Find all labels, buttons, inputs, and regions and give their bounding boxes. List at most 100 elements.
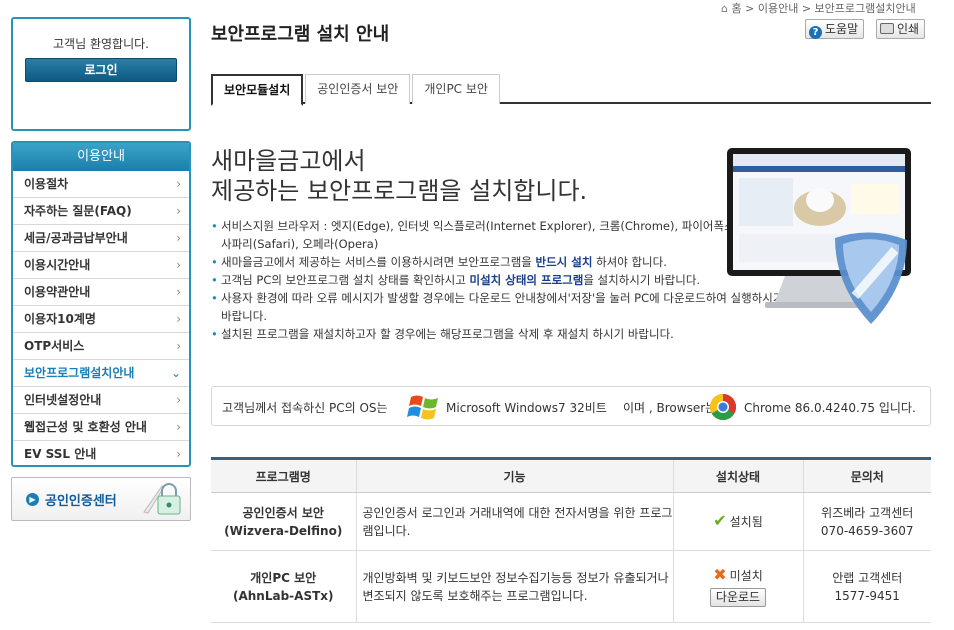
tab-pc-security[interactable]: 개인PC 보안 [412, 74, 500, 104]
print-button[interactable]: 인쇄 [876, 19, 926, 39]
chevron-down-icon: ⌄ [170, 366, 181, 380]
help-button[interactable]: ? 도움말 [805, 19, 865, 39]
chevron-right-icon: › [176, 447, 181, 461]
tab-security-module[interactable]: 보안모듈설치 [211, 74, 304, 106]
breadcrumb-guide[interactable]: 이용안내 [758, 2, 798, 15]
contact-cell: 안랩 고객센터 1577-9451 [802, 550, 931, 623]
os-info-middle: 이며 , Browser는 [623, 401, 717, 415]
contact-cell: 위즈베라 고객센터 070-4659-3607 [802, 492, 931, 551]
sidebar-item-label: 이용시간안내 [24, 258, 91, 272]
question-icon: ? [809, 26, 822, 39]
program-vendor: (AhnLab-ASTx) [232, 588, 334, 603]
chevron-right-icon: › [176, 420, 181, 434]
table-row: 공인인증서 보안 (Wizvera-Delfino) 공인인증서 로그인과 거래… [211, 492, 931, 551]
tab-bar: 보안모듈설치 공인인증서 보안 개인PC 보안 [211, 74, 931, 106]
sidebar-item-otp[interactable]: OTP서비스 › [13, 333, 189, 360]
contact-name: 위즈베라 고객센터 [821, 505, 914, 520]
tab-cert-security[interactable]: 공인인증서 보안 [305, 74, 411, 104]
chevron-right-icon: › [176, 204, 181, 218]
page-title: 보안프로그램 설치 안내 [211, 24, 390, 45]
sidebar-item-security-install[interactable]: 보안프로그램설치안내 ⌄ [13, 360, 189, 387]
program-table: 프로그램명 기능 설치상태 문의처 공인인증서 보안 (Wizvera-Delf… [211, 457, 931, 623]
print-label: 인쇄 [897, 22, 920, 36]
program-name: 공인인증서 보안 [242, 505, 324, 520]
sidebar-item-tax-payment[interactable]: 세금/공과금납부안내 › [13, 225, 189, 252]
login-button[interactable]: 로그인 [25, 58, 177, 82]
printer-icon [880, 23, 894, 34]
install-status: 미설치 [729, 569, 763, 583]
arrow-circle-icon: ▶ [26, 493, 39, 506]
help-label: 도움말 [825, 22, 859, 36]
sidebar-item-label: OTP서비스 [24, 339, 85, 353]
os-name: Microsoft Windows7 32비트 [446, 401, 607, 415]
x-icon: ✖ [713, 565, 727, 584]
install-status-cell: ✖ 미설치 다운로드 [672, 550, 803, 623]
monitor-shield-illustration [727, 148, 911, 324]
sidebar-item-label: 자주하는 질문(FAQ) [24, 204, 132, 218]
contact-phone: 1577-9451 [834, 588, 900, 603]
home-icon: ⌂ [721, 2, 728, 15]
program-name-cell: 공인인증서 보안 (Wizvera-Delfino) [211, 492, 356, 551]
os-info-prefix: 고객님께서 접속하신 PC의 OS는 [222, 401, 388, 415]
table-row: 개인PC 보안 (AhnLab-ASTx) 개인방화벽 및 키보드보안 정보수집… [211, 550, 931, 623]
bullet-browsers: 서비스지원 브라우저 : 엣지(Edge), 인터넷 익스플로러(Interne… [211, 217, 791, 253]
install-status: 설치됨 [729, 515, 763, 529]
sidebar-item-label: 이용절차 [24, 177, 69, 191]
column-header: 문의처 [802, 457, 931, 493]
sidebar-item-ev-ssl[interactable]: EV SSL 안내 › [13, 441, 189, 465]
welcome-text: 고객님 환영합니다. [53, 37, 149, 51]
bullet-text: 고객님 PC의 보안프로그램 설치 상태를 확인하시고 [221, 273, 470, 287]
sidebar-item-hours[interactable]: 이용시간안내 › [13, 252, 189, 279]
breadcrumb: ⌂ 홈 > 이용안내 > 보안프로그램설치안내 [721, 0, 916, 16]
install-status-cell: ✔ 설치됨 [672, 492, 803, 551]
chevron-right-icon: › [176, 285, 181, 299]
chevron-right-icon: › [176, 312, 181, 326]
cert-center-banner[interactable]: ▶ 공인인증센터 [11, 477, 191, 521]
program-function: 개인방화벽 및 키보드보안 정보수집기능등 정보가 유출되거나 변조되지 않도록… [355, 550, 673, 623]
cert-center-label: 공인인증센터 [45, 494, 117, 509]
bullet-reinstall: 설치된 프로그램을 재설치하고자 할 경우에는 해당프로그램을 삭제 후 재설치… [211, 325, 791, 343]
sidebar-item-faq[interactable]: 자주하는 질문(FAQ) › [13, 198, 189, 225]
bullet-text: 을 설치하시기 바랍니다. [583, 273, 701, 287]
bullet-emphasis: 미설치 상태의 프로그램 [469, 273, 584, 287]
program-function: 공인인증서 로그인과 거래내역에 대한 전자서명을 위한 프로그램입니다. [355, 492, 673, 551]
breadcrumb-separator: > [801, 2, 815, 15]
column-header: 설치상태 [672, 457, 803, 493]
column-header: 기능 [355, 457, 673, 493]
bullet-text: 새마을금고에서 제공하는 서비스를 이용하시려면 보안프로그램을 [221, 255, 536, 269]
column-header: 프로그램명 [211, 457, 356, 493]
bullet-check-status: 고객님 PC의 보안프로그램 설치 상태를 확인하시고 미설치 상태의 프로그램… [211, 271, 791, 289]
contact-phone: 070-4659-3607 [820, 523, 914, 538]
breadcrumb-home[interactable]: 홈 [731, 2, 741, 15]
sidebar-item-procedure[interactable]: 이용절차 › [13, 171, 189, 198]
program-vendor: (Wizvera-Delfino) [224, 523, 343, 538]
sidebar-item-label: EV SSL 안내 [24, 447, 97, 461]
bullet-emphasis: 반드시 설치 [535, 255, 593, 269]
browser-name: Chrome 86.0.4240.75 입니다. [744, 401, 916, 415]
sidebar-item-terms[interactable]: 이용약관안내 › [13, 279, 189, 306]
breadcrumb-separator: > [745, 2, 758, 15]
sidebar-item-label: 세금/공과금납부안내 [24, 231, 128, 245]
check-icon: ✔ [713, 511, 727, 530]
chevron-right-icon: › [176, 258, 181, 272]
headline-line1: 새마을금고에서 [211, 147, 366, 175]
windows-logo-icon [407, 395, 438, 420]
program-name-cell: 개인PC 보안 (AhnLab-ASTx) [211, 550, 356, 623]
sidebar-menu-list: 이용절차 › 자주하는 질문(FAQ) › 세금/공과금납부안내 › 이용시간안내 › … [13, 171, 189, 465]
chevron-right-icon: › [176, 393, 181, 407]
intro-headline: 새마을금고에서 제공하는 보안프로그램을 설치합니다. [211, 146, 587, 206]
breadcrumb-current: 보안프로그램설치안내 [814, 2, 916, 15]
bullet-text: 하셔야 합니다. [592, 255, 667, 269]
headline-line2: 제공하는 보안프로그램을 설치합니다. [211, 177, 588, 205]
os-info-bar: 고객님께서 접속하신 PC의 OS는 Microsoft Windows7 32… [211, 386, 931, 426]
sidebar-item-ten-rules[interactable]: 이용자10계명 › [13, 306, 189, 333]
chrome-logo-icon [709, 393, 737, 421]
sidebar-item-internet-settings[interactable]: 인터넷설정안내 › [13, 387, 189, 414]
login-box: 고객님 환영합니다. 로그인 [11, 17, 191, 131]
sidebar-item-label: 인터넷설정안내 [24, 393, 102, 407]
sidebar-item-accessibility[interactable]: 웹접근성 및 호환성 안내 › [13, 414, 189, 441]
download-button[interactable]: 다운로드 [709, 588, 767, 607]
sidebar-item-label: 이용약관안내 [24, 285, 91, 299]
bullet-must-install: 새마을금고에서 제공하는 서비스를 이용하시려면 보안프로그램을 반드시 설치 … [211, 253, 791, 271]
sidebar-menu: 이용안내 이용절차 › 자주하는 질문(FAQ) › 세금/공과금납부안내 › 이용시… [11, 141, 191, 467]
